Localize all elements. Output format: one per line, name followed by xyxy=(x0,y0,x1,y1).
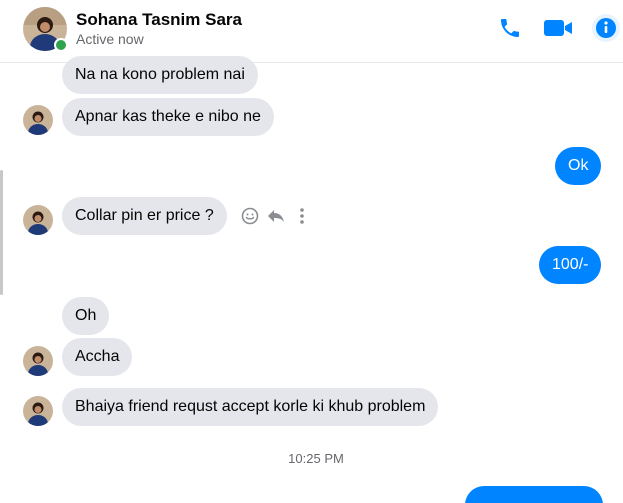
contact-avatar-small[interactable] xyxy=(23,105,53,135)
outgoing-message[interactable]: Ok xyxy=(555,147,602,185)
online-status-dot xyxy=(54,38,68,52)
incoming-message[interactable]: Apnar kas theke e nibo ne xyxy=(62,98,274,136)
message-actions xyxy=(240,205,312,227)
outgoing-message-partial[interactable] xyxy=(465,486,603,503)
phone-icon[interactable] xyxy=(496,14,524,42)
contact-status: Active now xyxy=(76,31,144,47)
incoming-message[interactable]: Na na kono problem nai xyxy=(62,56,258,94)
contact-avatar[interactable] xyxy=(23,7,68,52)
chat-header: Sohana Tasnim Sara Active now xyxy=(0,0,623,63)
message-timestamp: 10:25 PM xyxy=(288,451,344,466)
scrollbar[interactable] xyxy=(0,170,3,295)
contact-avatar-small[interactable] xyxy=(23,205,53,235)
more-options-icon[interactable] xyxy=(292,205,312,227)
outgoing-message[interactable]: 100/- xyxy=(539,246,602,284)
contact-name[interactable]: Sohana Tasnim Sara xyxy=(76,10,242,30)
contact-avatar-small[interactable] xyxy=(23,396,53,426)
incoming-message[interactable]: Bhaiya friend requst accept korle ki khu… xyxy=(62,388,439,426)
info-icon[interactable] xyxy=(592,14,620,42)
video-camera-icon[interactable] xyxy=(541,14,577,42)
incoming-message[interactable]: Oh xyxy=(62,297,110,335)
contact-avatar-small[interactable] xyxy=(23,346,53,376)
incoming-message[interactable]: Accha xyxy=(62,338,133,376)
reply-icon[interactable] xyxy=(266,205,286,227)
incoming-message[interactable]: Collar pin er price ? xyxy=(62,197,227,235)
emoji-react-icon[interactable] xyxy=(240,205,260,227)
